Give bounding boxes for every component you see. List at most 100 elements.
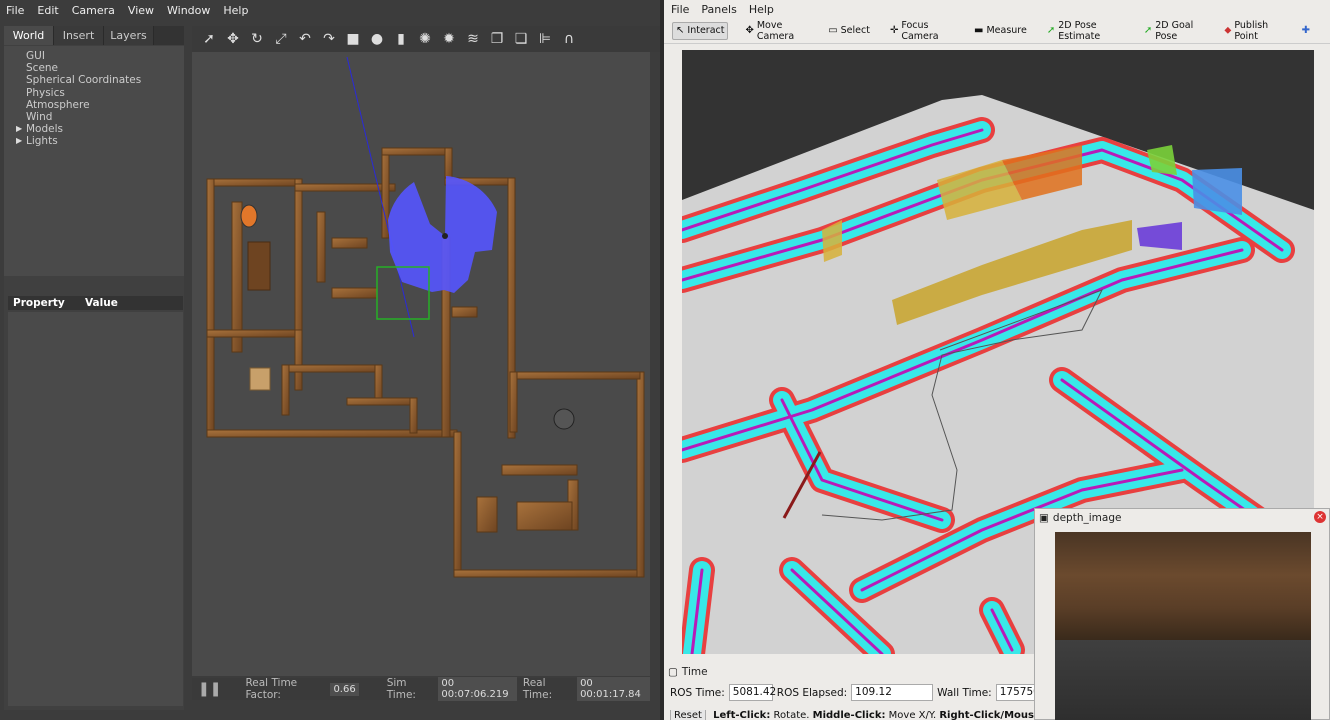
select-arrow-icon[interactable]: ➚ [200, 30, 218, 48]
measure-tool-button[interactable]: ▬ Measure [971, 22, 1030, 40]
rviz-menubar: File Panels Help [664, 0, 1330, 18]
menu-panels[interactable]: Panels [701, 3, 736, 16]
move-camera-tool-button[interactable]: ✥ Move Camera [742, 19, 811, 42]
tree-item-physics[interactable]: Physics [26, 87, 184, 99]
paste-icon[interactable]: ❏ [512, 30, 530, 48]
property-column-header: Property [13, 297, 65, 309]
focus-icon: ✛ [889, 25, 899, 36]
point-light-icon[interactable]: ✺ [416, 30, 434, 48]
pose-estimate-icon: ➚ [1046, 25, 1056, 36]
menu-file[interactable]: File [6, 4, 24, 17]
tab-world[interactable]: World [4, 26, 54, 45]
rtf-value: 0.66 [330, 682, 359, 696]
copy-icon[interactable]: ❐ [488, 30, 506, 48]
tree-item-label: Wind [26, 110, 53, 123]
gazebo-window: File Edit Camera View Window Help World … [0, 0, 662, 720]
gazebo-3d-viewport[interactable] [192, 52, 650, 676]
translate-icon[interactable]: ✥ [224, 30, 242, 48]
left-click-label: Left-Click: [713, 710, 771, 720]
tree-item-spherical-coordinates[interactable]: Spherical Coordinates [26, 74, 184, 86]
gazebo-toolbar: ➚ ✥ ↻ ⤢ ↶ ↷ ■ ● ▮ ✺ ✹ ≋ ❐ ❏ ⊫ ∩ [192, 26, 660, 52]
tree-item-scene[interactable]: Scene [26, 62, 184, 74]
sim-time-value: 00 00:07:06.219 [438, 677, 517, 701]
tree-item-lights[interactable]: ▶ Lights [16, 135, 184, 147]
menu-file[interactable]: File [671, 3, 689, 16]
tree-item-label: GUI [26, 50, 45, 62]
menu-view[interactable]: View [128, 4, 154, 17]
gazebo-left-panel: World Insert Layers GUI Scene Spherical … [4, 26, 184, 710]
tab-layers[interactable]: Layers [104, 26, 154, 45]
middle-click-label: Middle-Click: [812, 710, 886, 720]
box-shape-icon[interactable]: ■ [344, 30, 362, 48]
goal-pose-tool-button[interactable]: ➚ 2D Goal Pose [1141, 20, 1207, 42]
tree-item-atmosphere[interactable]: Atmosphere [26, 99, 184, 111]
menu-help[interactable]: Help [223, 4, 248, 17]
depth-image-titlebar: ▣ depth_image × [1035, 509, 1329, 526]
menu-camera[interactable]: Camera [72, 4, 115, 17]
rtf-label: Real Time Factor: [245, 677, 298, 701]
reset-button[interactable]: Reset [670, 710, 706, 720]
scale-icon[interactable]: ⤢ [272, 30, 290, 48]
ros-elapsed-field: 109.12 [851, 684, 934, 701]
menu-edit[interactable]: Edit [37, 4, 58, 17]
cursor-icon: ↖ [676, 25, 685, 36]
world-tree: GUI Scene Spherical Coordinates Physics … [4, 46, 184, 276]
directional-light-icon[interactable]: ≋ [464, 30, 482, 48]
tree-item-label: Physics [26, 86, 65, 99]
depth-image-view [1055, 532, 1311, 720]
box-model[interactable] [249, 367, 271, 391]
menu-help[interactable]: Help [749, 3, 774, 16]
align-icon[interactable]: ⊫ [536, 30, 554, 48]
value-column-header: Value [85, 297, 118, 309]
rviz-toolbar: ↖ Interact ✥ Move Camera ▭ Select ✛ Focus Ca… [664, 18, 1330, 44]
middle-click-action: Move X/Y. [888, 710, 937, 720]
gazebo-menubar: File Edit Camera View Window Help [0, 0, 662, 20]
property-header: Property Value [8, 296, 183, 310]
tree-item-gui[interactable]: GUI [26, 50, 184, 62]
tool-label: Move Camera [756, 19, 795, 42]
spot-light-icon[interactable]: ✹ [440, 30, 458, 48]
sphere-shape-icon[interactable]: ● [368, 30, 386, 48]
tree-item-label: Models [26, 123, 63, 136]
tool-label: 2D Pose Estimate [1058, 19, 1101, 42]
gazebo-scene [206, 56, 645, 578]
interact-tool-button[interactable]: ↖ Interact [672, 21, 729, 40]
wall-time-label: Wall Time: [937, 686, 992, 699]
redo-icon[interactable]: ↷ [320, 30, 338, 48]
menu-window[interactable]: Window [167, 4, 210, 17]
tab-insert[interactable]: Insert [54, 26, 104, 45]
robot-model[interactable] [553, 408, 575, 430]
image-icon: ▣ [1039, 511, 1049, 524]
time-row: ROS Time: 5081.42 ROS Elapsed: 109.12 Wa… [670, 684, 1056, 701]
wall-panel-model[interactable] [247, 241, 271, 291]
focus-camera-tool-button[interactable]: ✛ Focus Camera [887, 20, 957, 42]
tree-item-models[interactable]: ▶ Models [16, 123, 184, 136]
close-icon[interactable]: × [1314, 511, 1326, 523]
pause-icon[interactable]: ❚❚ [198, 681, 221, 697]
ruler-icon: ▬ [974, 25, 984, 36]
traffic-cone-model[interactable] [240, 204, 258, 228]
left-click-action: Rotate. [773, 710, 810, 720]
ros-time-field: 5081.42 [728, 684, 776, 701]
sim-time-label: Sim Time: [386, 677, 416, 701]
depth-wall-region [1055, 532, 1311, 640]
snap-icon[interactable]: ∩ [560, 30, 578, 48]
rotate-icon[interactable]: ↻ [248, 30, 266, 48]
pose-estimate-tool-button[interactable]: ➚ 2D Pose Estimate [1044, 19, 1127, 42]
tool-label: Interact [687, 25, 725, 36]
plus-icon: ✚ [1301, 25, 1310, 36]
publish-point-tool-button[interactable]: ⬥ Publish Point [1221, 19, 1284, 42]
tree-item-wind[interactable]: Wind [26, 111, 184, 123]
expand-arrow-icon[interactable]: ▶ [16, 135, 22, 147]
expand-arrow-icon[interactable]: ▶ [16, 123, 22, 135]
add-tool-button[interactable]: ✚ [1299, 22, 1316, 40]
time-panel-title: ▢ Time [668, 664, 708, 680]
tree-item-label: Spherical Coordinates [26, 74, 142, 87]
select-tool-button[interactable]: ▭ Select [825, 22, 873, 40]
tool-label: Publish Point [1234, 19, 1269, 42]
undo-icon[interactable]: ↶ [296, 30, 314, 48]
depth-floor-region [1055, 640, 1311, 720]
tool-label: Select [840, 25, 870, 36]
move-camera-icon: ✥ [745, 25, 754, 36]
cylinder-shape-icon[interactable]: ▮ [392, 30, 410, 48]
